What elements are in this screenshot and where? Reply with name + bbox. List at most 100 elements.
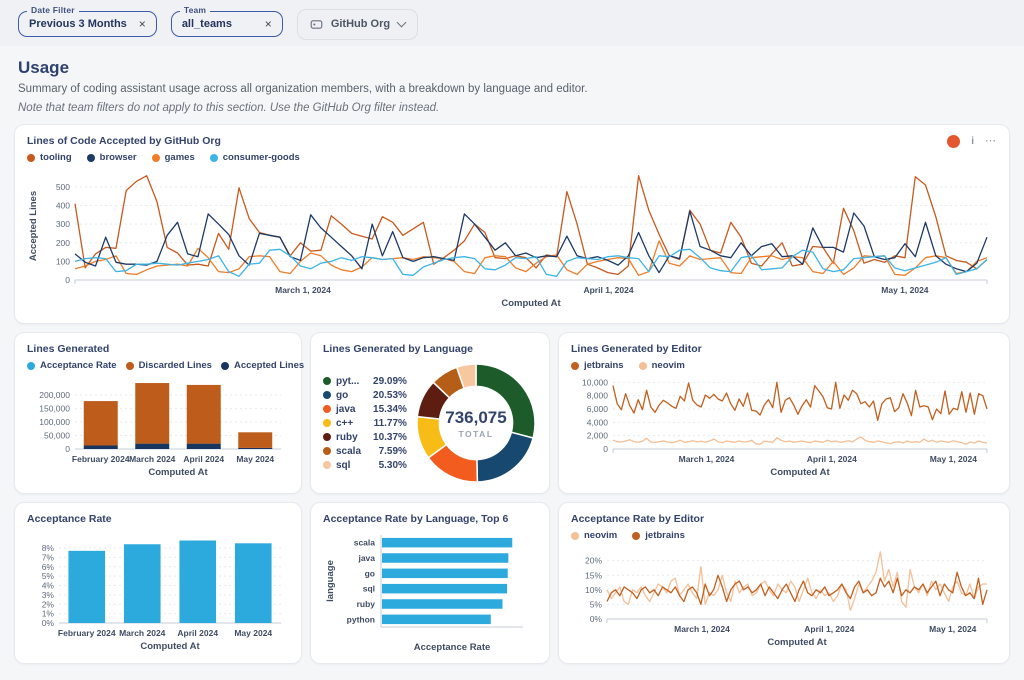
legend-value: 7.59% <box>373 446 407 457</box>
section-description: Summary of coding assistant usage across… <box>18 83 1006 95</box>
legend-dot <box>27 154 35 162</box>
chevron-down-icon <box>397 17 407 27</box>
chart-legend: tooling browser games consumer-goods <box>27 152 300 163</box>
section-note: Note that team filters do not apply to t… <box>18 102 1006 114</box>
close-icon[interactable]: × <box>139 18 146 30</box>
svg-text:python: python <box>347 614 375 624</box>
svg-text:0: 0 <box>603 444 608 454</box>
legend-label: neovim <box>584 530 617 541</box>
legend-dot <box>323 405 331 413</box>
lines-generated-chart[interactable]: 050,000100,000150,000200,000February 202… <box>27 373 289 479</box>
legend-dot <box>323 377 331 385</box>
legend-label: neovim <box>652 360 685 371</box>
close-icon[interactable]: × <box>265 18 272 30</box>
legend-item-c-[interactable]: c++ <box>323 418 361 429</box>
svg-text:Computed At: Computed At <box>148 467 208 478</box>
legend-label: games <box>165 152 195 163</box>
legend-item-pyt-[interactable]: pyt... <box>323 376 361 387</box>
svg-text:2%: 2% <box>42 599 55 609</box>
svg-text:50,000: 50,000 <box>44 431 70 441</box>
chart-title: Acceptance Rate by Editor <box>571 513 997 525</box>
svg-text:April 1, 2024: April 1, 2024 <box>807 454 857 464</box>
legend-item-browser[interactable]: browser <box>87 152 137 163</box>
date-filter-chip[interactable]: Date Filter Previous 3 Months × <box>18 11 157 37</box>
legend-item-accepted-lines[interactable]: Accepted Lines <box>221 360 304 371</box>
editor-lines-chart[interactable]: 02,0004,0006,0008,00010,000March 1, 2024… <box>571 373 997 479</box>
legend-dot <box>152 154 160 162</box>
chart-title: Lines of Code Accepted by GitHub Org <box>27 135 300 147</box>
legend-item-neovim[interactable]: neovim <box>571 530 617 541</box>
legend-label: Acceptance Rate <box>40 360 117 371</box>
legend-item-tooling[interactable]: tooling <box>27 152 72 163</box>
filter-bar: Date Filter Previous 3 Months × Team all… <box>0 0 1024 46</box>
legend-item-jetbrains[interactable]: jetbrains <box>571 360 624 371</box>
legend-label: sql <box>336 460 350 471</box>
org-lines-chart[interactable]: 0100200300400500March 1, 2024April 1, 20… <box>27 166 997 310</box>
legend-dot <box>323 419 331 427</box>
legend-item-java[interactable]: java <box>323 404 361 415</box>
language-donut-chart[interactable]: 736,075 TOTAL <box>415 363 537 483</box>
legend-value: 11.77% <box>373 418 407 429</box>
github-org-label: GitHub Org <box>331 18 390 30</box>
legend-value: 20.53% <box>373 390 407 401</box>
legend-item-scala[interactable]: scala <box>323 446 361 457</box>
svg-text:sql: sql <box>363 584 375 594</box>
svg-text:May 1, 2024: May 1, 2024 <box>881 285 929 295</box>
legend-item-neovim[interactable]: neovim <box>639 360 685 371</box>
svg-text:200,000: 200,000 <box>39 390 70 400</box>
card-lines-generated: Lines Generated Acceptance RateDiscarded… <box>14 332 302 494</box>
legend-value: 15.34% <box>373 404 407 415</box>
ellipsis-icon[interactable]: ⋯ <box>985 138 997 145</box>
svg-text:April 2024: April 2024 <box>177 628 218 638</box>
card-acceptance-by-editor: Acceptance Rate by Editor neovim jetbrain… <box>558 502 1010 664</box>
charts-row-1: Lines Generated Acceptance RateDiscarded… <box>14 332 1010 494</box>
card-lines-accepted-by-org: Lines of Code Accepted by GitHub Org too… <box>14 124 1010 324</box>
legend-label: scala <box>336 446 361 457</box>
svg-text:150,000: 150,000 <box>39 404 70 414</box>
legend-item-sql[interactable]: sql <box>323 460 361 471</box>
legend-item-ruby[interactable]: ruby <box>323 432 361 443</box>
svg-text:5%: 5% <box>42 571 55 581</box>
legend-dot <box>571 532 579 540</box>
svg-text:2,000: 2,000 <box>587 431 609 441</box>
avatar-icon[interactable] <box>947 135 960 148</box>
svg-text:go: go <box>365 568 375 578</box>
team-filter-chip[interactable]: Team all_teams × <box>171 11 283 37</box>
svg-text:6%: 6% <box>42 562 55 572</box>
legend-value: 29.09% <box>373 376 407 387</box>
legend-item-discarded-lines[interactable]: Discarded Lines <box>126 360 212 371</box>
acceptance-by-editor-chart[interactable]: 0%5%10%15%20%March 1, 2024April 1, 2024M… <box>571 543 997 649</box>
org-icon <box>310 18 323 31</box>
legend-dot <box>27 362 35 370</box>
svg-text:15%: 15% <box>585 570 602 580</box>
svg-text:300: 300 <box>56 219 70 229</box>
legend-dot <box>323 433 331 441</box>
svg-text:May 1, 2024: May 1, 2024 <box>929 624 977 634</box>
legend-label: c++ <box>336 418 353 429</box>
legend-item-go[interactable]: go <box>323 390 361 401</box>
acceptance-rate-chart[interactable]: 0%1%2%3%4%5%6%7%8%February 2024March 202… <box>27 527 289 653</box>
legend-item-games[interactable]: games <box>152 152 195 163</box>
acceptance-by-language-chart[interactable]: scalajavagosqlrubypythonAcceptance Ratel… <box>323 527 537 653</box>
svg-text:4%: 4% <box>42 581 55 591</box>
donut-legend: pyt... 29.09% go 20.53% java 15.34% c++ 11.77% r… <box>323 376 407 471</box>
team-filter-label: Team <box>180 5 210 15</box>
svg-text:1%: 1% <box>42 609 55 619</box>
legend-label: pyt... <box>336 376 359 387</box>
legend-label: java <box>336 404 355 415</box>
legend-item-acceptance-rate[interactable]: Acceptance Rate <box>27 360 117 371</box>
info-icon[interactable]: i <box>971 136 974 147</box>
svg-text:100,000: 100,000 <box>39 417 70 427</box>
github-org-button[interactable]: GitHub Org <box>297 9 418 40</box>
usage-section: Usage Summary of coding assistant usage … <box>0 46 1024 680</box>
legend-item-consumer-goods[interactable]: consumer-goods <box>210 152 300 163</box>
svg-text:March 1, 2024: March 1, 2024 <box>679 454 735 464</box>
chart-legend: neovim jetbrains <box>571 530 997 541</box>
card-acceptance-by-language: Acceptance Rate by Language, Top 6 scala… <box>310 502 550 664</box>
legend-label: Accepted Lines <box>234 360 304 371</box>
svg-text:4,000: 4,000 <box>587 417 609 427</box>
svg-text:7%: 7% <box>42 552 55 562</box>
legend-label: browser <box>100 152 137 163</box>
legend-item-jetbrains[interactable]: jetbrains <box>632 530 685 541</box>
svg-text:April 1, 2024: April 1, 2024 <box>804 624 854 634</box>
